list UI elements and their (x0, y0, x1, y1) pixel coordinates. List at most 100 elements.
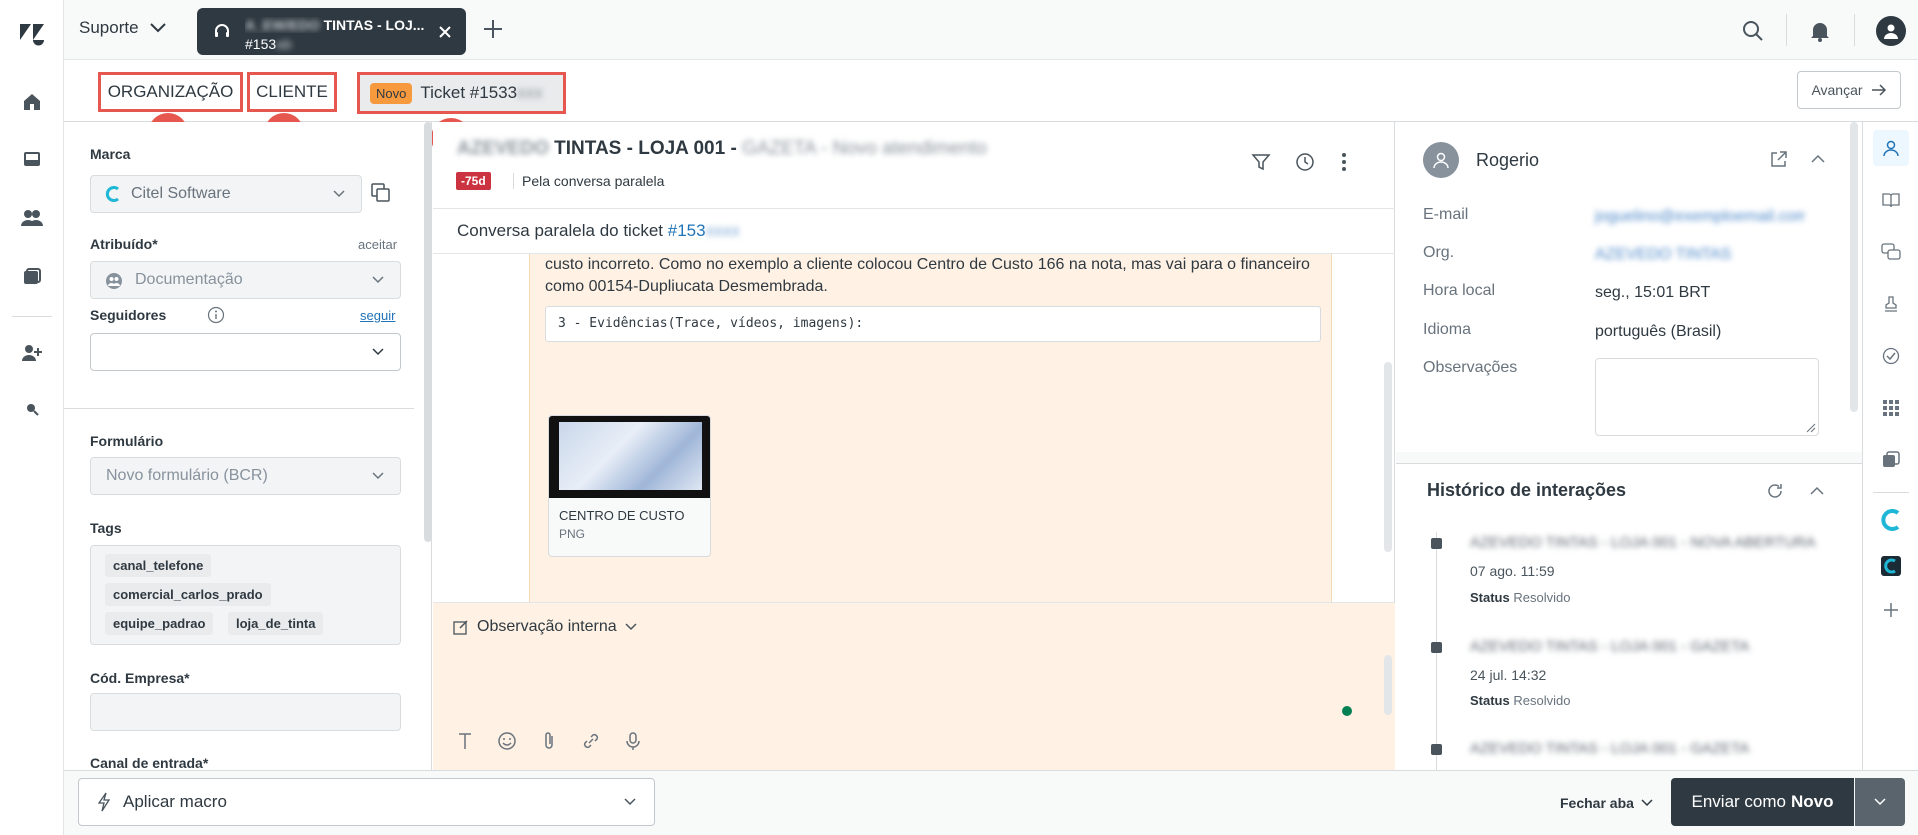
chevron-down-icon (372, 276, 384, 284)
chevron-down-icon (149, 23, 166, 33)
close-tab-select[interactable]: Fechar aba (1560, 795, 1654, 811)
next-button[interactable]: Avançar (1797, 71, 1901, 109)
email-value[interactable]: joguelino@exemploemail.com (1595, 208, 1805, 226)
history-item-title[interactable]: AZEVEDO TINTAS - LOJA 001 - NOVA ABERTUR… (1470, 534, 1816, 551)
citel-app-dark-icon[interactable] (1873, 548, 1909, 584)
filter-icon[interactable] (1251, 152, 1271, 172)
followers-select[interactable] (90, 333, 401, 371)
add-user-icon[interactable] (16, 337, 48, 369)
external-link-icon[interactable] (1770, 150, 1788, 168)
chevron-down-icon (1874, 798, 1886, 806)
assignee-select[interactable]: Documentação (90, 261, 401, 299)
customers-icon[interactable] (16, 202, 48, 234)
history-item-date: 24 jul. 14:32 (1470, 667, 1547, 683)
copy-icon[interactable] (370, 182, 392, 204)
stamp-icon[interactable] (1873, 286, 1909, 322)
ticket-subject: AZEVEDO TINTAS - LOJA 001 - GAZETA - Nov… (457, 138, 987, 159)
org-value[interactable]: AZEVEDO TINTAS (1595, 246, 1731, 264)
citel-logo-icon (105, 186, 119, 202)
follow-link[interactable]: seguir (360, 308, 395, 323)
microphone-icon[interactable] (623, 731, 643, 751)
ticket-label: Ticket #1533 (420, 83, 518, 102)
company-code-input[interactable] (90, 693, 401, 731)
chevron-up-icon[interactable] (1810, 154, 1826, 164)
resize-handle-icon[interactable] (1806, 423, 1816, 433)
ticket-tab-active[interactable]: A_EW/EDO TINTAS - LOJ... #153ab (197, 8, 466, 55)
home-icon[interactable] (16, 86, 48, 118)
org-label: Org. (1423, 244, 1455, 261)
knowledge-icon[interactable] (1873, 182, 1909, 218)
language-value: português (Brasil) (1595, 323, 1722, 340)
info-icon[interactable] (207, 306, 225, 324)
search-small-icon[interactable] (16, 393, 48, 425)
localtime-value: seg., 15:01 BRT (1595, 284, 1711, 301)
history-icon[interactable] (1295, 152, 1315, 172)
form-select[interactable]: Novo formulário (BCR) (90, 457, 401, 495)
add-app-icon[interactable] (1873, 592, 1909, 628)
company-code-label: Cód. Empresa* (90, 670, 190, 686)
inbox-icon[interactable] (16, 143, 48, 175)
bell-icon[interactable] (1810, 20, 1830, 42)
form-label: Formulário (90, 433, 164, 449)
chevron-down-icon (1641, 799, 1653, 807)
bottom-bar: Aplicar macro Fechar aba Enviar como Nov… (64, 770, 1918, 835)
notes-label: Observações (1423, 359, 1518, 376)
tags-label: Tags (90, 520, 122, 536)
breadcrumb-organization[interactable]: ORGANIZAÇÃO (98, 72, 243, 112)
chevron-up-icon[interactable] (1809, 486, 1825, 496)
tag[interactable]: equipe_padrao (105, 612, 214, 635)
requester-scrollbar[interactable] (1850, 122, 1858, 412)
accept-link[interactable]: aceitar (358, 237, 397, 252)
chevron-down-icon (625, 623, 637, 631)
new-tab-plus-icon[interactable] (482, 14, 504, 48)
requester-avatar (1423, 142, 1459, 178)
history-item-title[interactable]: AZEVEDO TINTAS - LOJA 001 - GAZETA (1470, 638, 1749, 655)
more-vertical-icon[interactable] (1341, 152, 1347, 172)
composer-mode-select[interactable]: Observação interna (453, 618, 637, 636)
localtime-label: Hora local (1423, 282, 1496, 299)
side-conversations-icon[interactable] (1873, 234, 1909, 270)
attachment-icon[interactable] (539, 731, 559, 751)
composer-scrollbar[interactable] (1384, 655, 1392, 715)
check-circle-icon[interactable] (1873, 338, 1909, 374)
user-avatar-icon[interactable] (1876, 16, 1906, 46)
assigned-label: Atribuído* (90, 236, 158, 252)
emoji-icon[interactable] (497, 731, 517, 751)
user-context-icon[interactable] (1873, 130, 1909, 166)
refresh-icon[interactable] (1766, 482, 1784, 500)
text-format-icon[interactable] (455, 731, 475, 751)
search-icon[interactable] (1742, 20, 1764, 42)
side-conversation-link[interactable]: #153xxxx (668, 221, 740, 240)
tag[interactable]: comercial_carlos_prado (105, 583, 271, 606)
composer[interactable]: Observação interna (433, 602, 1395, 770)
tag[interactable]: canal_telefone (105, 554, 212, 577)
breadcrumb (64, 60, 1918, 122)
link-icon[interactable] (581, 731, 601, 751)
notes-textarea[interactable] (1595, 358, 1819, 436)
zendesk-logo-icon[interactable] (18, 18, 46, 46)
status-badge: Novo (370, 82, 413, 104)
submit-button[interactable]: Enviar como Novo (1671, 778, 1854, 826)
close-tab-icon[interactable] (439, 26, 451, 38)
breadcrumb-client[interactable]: CLIENTE (247, 72, 337, 112)
apps-grid-icon[interactable] (1873, 390, 1909, 426)
fields-scrollbar[interactable] (424, 122, 431, 542)
submit-options-button[interactable] (1855, 778, 1905, 826)
brand-select-final[interactable]: Citel Software (90, 175, 362, 213)
views-icon[interactable] (16, 261, 48, 293)
citel-app-icon[interactable] (1873, 502, 1909, 538)
views-context-icon[interactable] (1873, 442, 1909, 478)
channel-label: Canal de entrada* (90, 755, 209, 770)
tags-field[interactable]: canal_telefone comercial_carlos_prado eq… (90, 545, 401, 645)
language-label: Idioma (1423, 321, 1472, 338)
apply-macro-select[interactable]: Aplicar macro (78, 778, 655, 826)
history-item-title[interactable]: AZEVEDO TINTAS - LOJA 001 - GAZETA (1470, 740, 1749, 757)
conversation-scrollbar[interactable] (1384, 362, 1392, 552)
tag[interactable]: loja_de_tinta (228, 612, 324, 635)
attachment-card[interactable]: CENTRO DE CUSTO PNG (548, 415, 711, 557)
workspace-switcher[interactable]: Suporte (79, 18, 167, 38)
breadcrumb-ticket[interactable]: Novo Ticket #1533 xxx (357, 72, 566, 114)
arrow-right-icon (1871, 84, 1886, 96)
brand-label-final: Marca (90, 146, 131, 162)
requester-name[interactable]: Rogerio (1476, 150, 1539, 171)
